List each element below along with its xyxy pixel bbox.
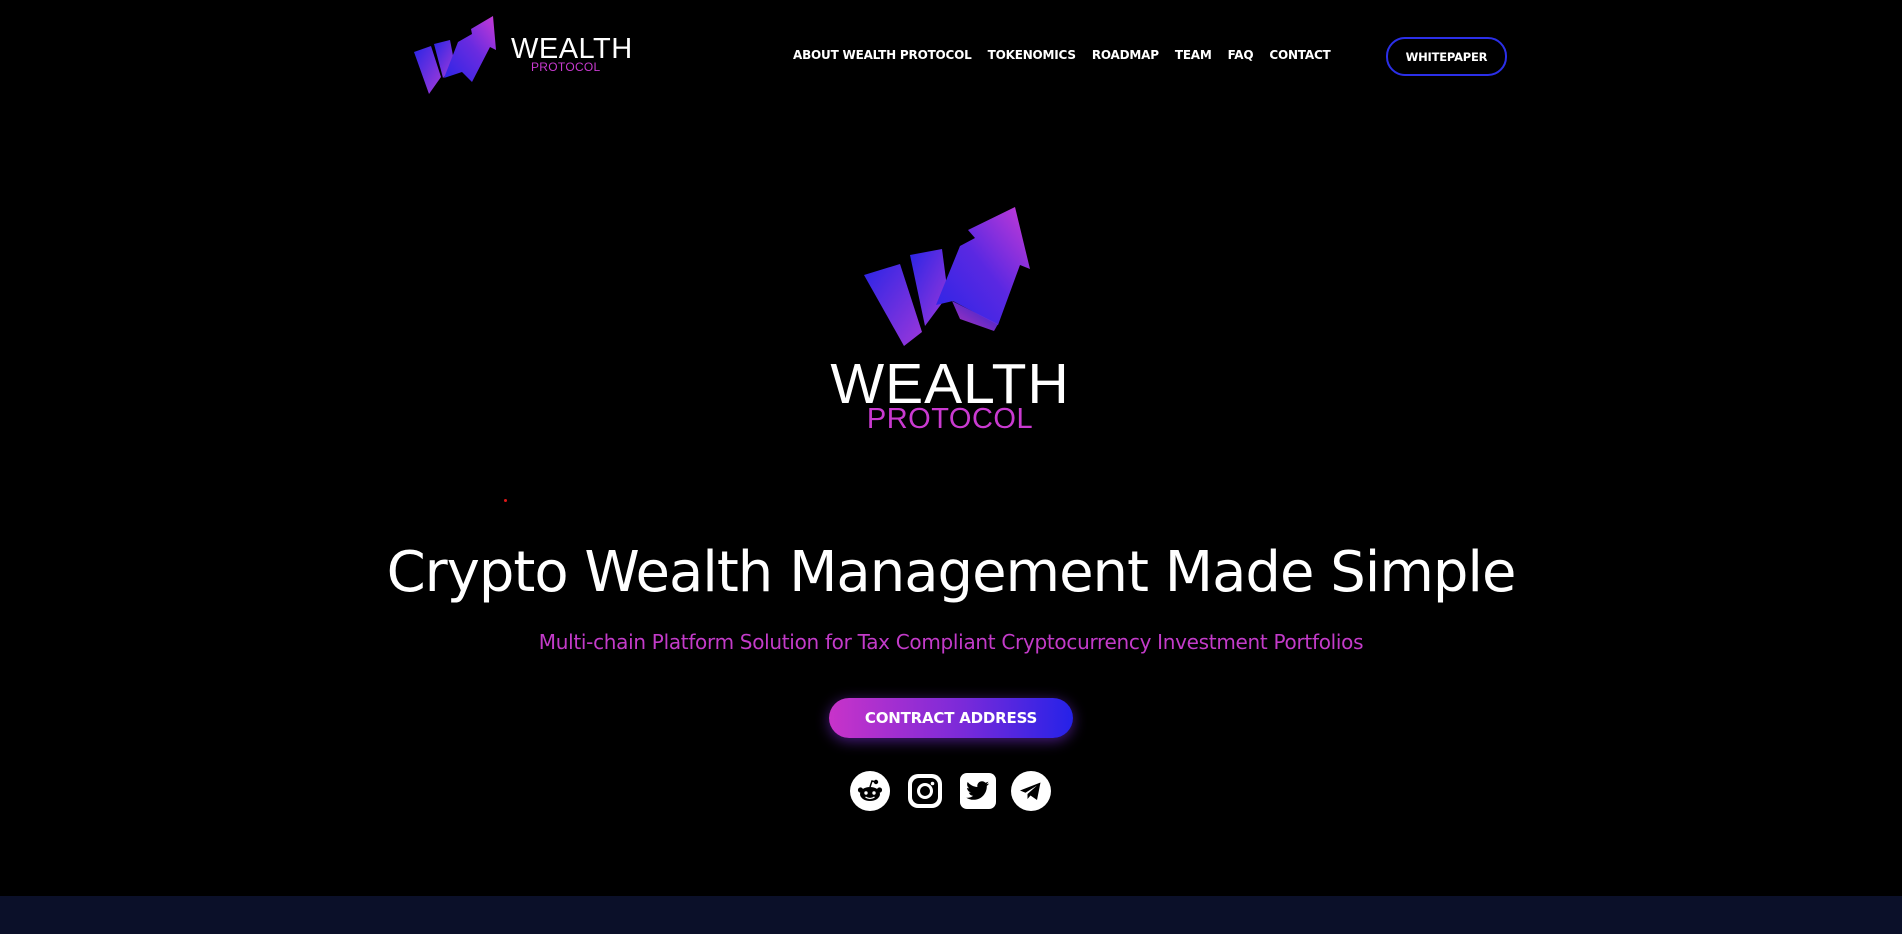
logo-mark-icon xyxy=(414,16,496,94)
twitter-icon[interactable] xyxy=(958,771,998,811)
nav-tokenomics[interactable]: TOKENOMICS xyxy=(988,47,1076,63)
nav-contact[interactable]: CONTACT xyxy=(1269,47,1330,63)
header-logo-sub: PROTOCOL xyxy=(531,60,601,74)
social-links xyxy=(850,771,1056,811)
hero-logo-sub: PROTOCOL xyxy=(866,403,1034,435)
hero-logo: WEALTH PROTOCOL xyxy=(810,205,1090,435)
hero-logo-mark-icon xyxy=(864,207,1030,346)
reddit-icon[interactable] xyxy=(850,771,890,811)
instagram-icon[interactable] xyxy=(905,771,945,811)
hero-subheadline: Multi-chain Platform Solution for Tax Co… xyxy=(538,630,1364,654)
hero-headline: Crypto Wealth Management Made Simple xyxy=(386,540,1517,605)
nav-team[interactable]: TEAM xyxy=(1175,47,1212,63)
nav-about[interactable]: ABOUT WEALTH PROTOCOL xyxy=(793,47,972,63)
main-nav: ABOUT WEALTH PROTOCOL TOKENOMICS ROADMAP… xyxy=(793,47,1331,63)
page: WEALTH PROTOCOL ABOUT WEALTH PROTOCOL TO… xyxy=(0,0,1902,934)
telegram-icon[interactable] xyxy=(1011,771,1051,811)
nav-roadmap[interactable]: ROADMAP xyxy=(1092,47,1159,63)
decorative-dot xyxy=(504,499,507,502)
nav-faq[interactable]: FAQ xyxy=(1228,47,1254,63)
header-logo[interactable]: WEALTH PROTOCOL xyxy=(414,16,632,98)
contract-address-button[interactable]: CONTRACT ADDRESS xyxy=(829,698,1073,738)
next-section-band xyxy=(0,896,1902,934)
whitepaper-button[interactable]: WHITEPAPER xyxy=(1386,37,1507,76)
